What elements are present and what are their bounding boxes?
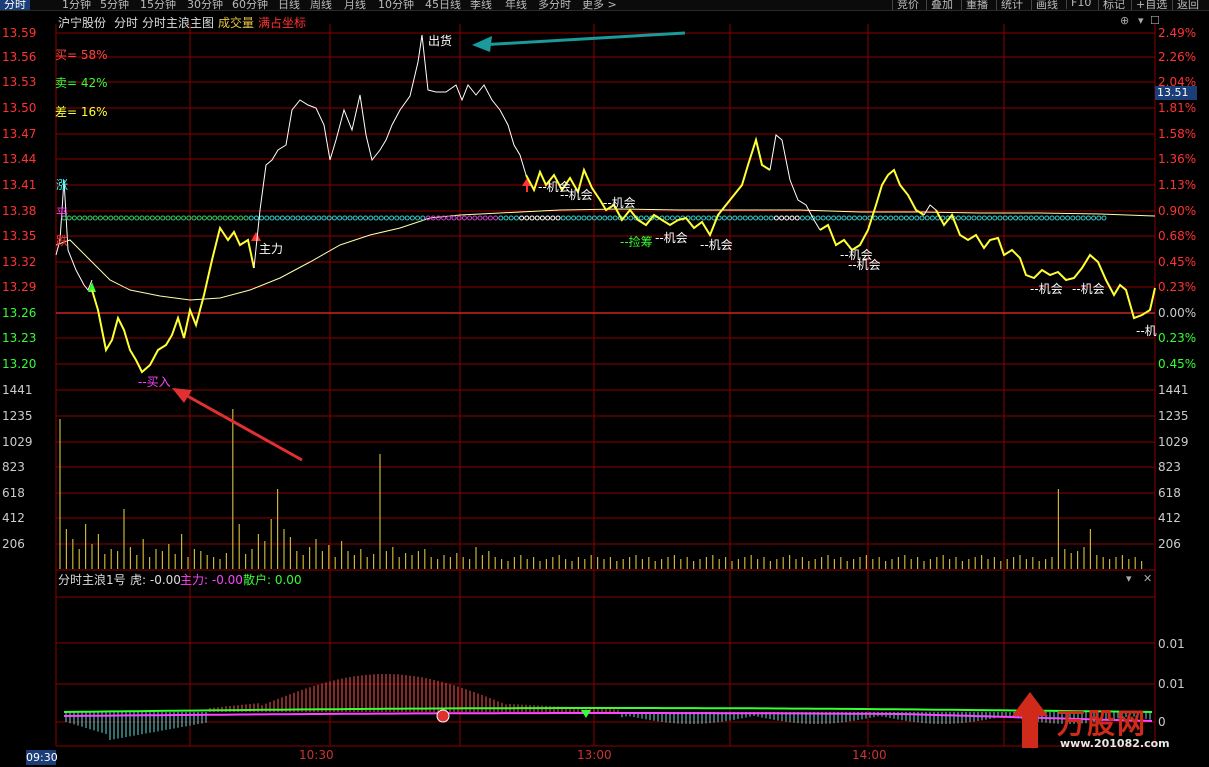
pick-up-label: --捡筹 (620, 235, 653, 249)
pct-axis-tick: 1.81% (1158, 101, 1197, 115)
pct-axis-tick: 1.58% (1158, 127, 1197, 141)
pct-axis-tick: 2.49% (1158, 26, 1197, 40)
sell-label: 出货 (428, 34, 453, 48)
volume-axis-tick: 823 (2, 460, 25, 474)
volume-axis-tick: 1235 (1158, 409, 1189, 423)
pct-axis-tick: 0.90% (1158, 204, 1197, 218)
time-tick: 13:00 (577, 748, 612, 762)
sell-ratio: 卖= 42% (55, 76, 108, 90)
volume-axis-tick: 1441 (1158, 383, 1189, 397)
volume-axis-tick: 823 (1158, 460, 1181, 474)
sell-arrow-shaft (479, 31, 686, 47)
flat-side-label: 平 (56, 206, 69, 220)
price-segment (923, 204, 937, 216)
opportunity-label-9: --机会 (1072, 282, 1105, 296)
main-force-label: 主力 (259, 242, 284, 256)
sub-retail-value: 散户: 0.00 (243, 573, 302, 587)
price-axis-tick: 13.50 (2, 101, 37, 115)
price-axis-tick: 13.26 (2, 306, 37, 320)
sub-axis-tick: 0.01 (1158, 637, 1185, 651)
opportunity-label-7: --机会 (848, 258, 881, 272)
sub-indicator-name[interactable]: 分时主浪1号 (58, 571, 126, 588)
price-axis-tick: 13.38 (2, 204, 37, 218)
price-segment (253, 34, 527, 269)
pct-axis-tick: 0.23% (1158, 331, 1197, 345)
pct-axis-tick: 0.23% (1158, 280, 1197, 294)
opportunity-label-8: --机会 (1030, 282, 1063, 296)
volume-axis-tick: 1235 (2, 409, 33, 423)
sub-axis-tick: 0.01 (1158, 677, 1185, 691)
volume-axis-tick: 618 (1158, 486, 1181, 500)
pct-axis-tick: 0.45% (1158, 357, 1197, 371)
pct-axis-tick: 1.36% (1158, 152, 1197, 166)
price-axis-tick: 13.23 (2, 331, 37, 345)
chart-canvas (55, 24, 1156, 747)
sell-arrow-head (472, 36, 492, 52)
volume-bars (59, 409, 1143, 569)
buy-label: --买入 (138, 375, 171, 389)
price-axis-tick: 13.29 (2, 280, 37, 294)
signal-circle-icon (436, 709, 450, 723)
pct-axis-tick: 2.26% (1158, 50, 1197, 64)
price-segment (91, 225, 255, 374)
opportunity-label-5: --机会 (700, 238, 733, 252)
watermark-url: www.201082.com (1060, 737, 1170, 750)
price-axis-tick: 13.47 (2, 127, 37, 141)
volume-axis-tick: 206 (2, 537, 25, 551)
watermark-brand: 万股网 (1057, 707, 1148, 740)
sub-main-force-value: 主力: -0.00 (180, 573, 243, 587)
price-axis-tick: 13.53 (2, 75, 37, 89)
price-axis-tick: 13.56 (2, 50, 37, 64)
time-start: 09:30 (26, 750, 58, 765)
up-side-label: 涨 (56, 178, 69, 192)
volume-axis-tick: 1029 (2, 435, 33, 449)
price-segment (819, 168, 925, 252)
down-side-label: 跌 (56, 234, 69, 248)
sub-retail-line (63, 712, 1153, 722)
logo-arrow-icon (1012, 692, 1048, 748)
volume-axis-tick: 1029 (1158, 435, 1189, 449)
price-axis-tick: 13.32 (2, 255, 37, 269)
sub-axis-tick: 0 (1158, 715, 1166, 729)
pct-axis-tick: 0.00% (1158, 306, 1197, 320)
opportunity-label-2: --机会 (560, 188, 593, 202)
buy-ratio: 买= 58% (55, 48, 108, 62)
sub-main-force-line (63, 707, 1153, 713)
pct-axis-tick: 1.13% (1158, 178, 1197, 192)
time-tick: 10:30 (299, 748, 334, 762)
opportunity-label-4: --机会 (655, 231, 688, 245)
close-icon[interactable]: ✕ (1143, 572, 1152, 585)
sub-menu-icon[interactable]: ▾ (1126, 572, 1132, 585)
current-price-badge: 13.51 (1155, 86, 1197, 100)
time-tick: 14:00 (852, 748, 887, 762)
sub-wave-value: 虎: -0.00 (130, 573, 181, 587)
price-axis-tick: 13.59 (2, 26, 37, 40)
volume-axis-tick: 206 (1158, 537, 1181, 551)
pct-axis-tick: 0.68% (1158, 229, 1197, 243)
price-axis-tick: 13.20 (2, 357, 37, 371)
price-axis-tick: 13.35 (2, 229, 37, 243)
buy-arrow-shaft (181, 391, 303, 462)
grid (55, 24, 1156, 747)
volume-axis-tick: 618 (2, 486, 25, 500)
pct-axis-tick: 0.45% (1158, 255, 1197, 269)
price-axis-tick: 13.44 (2, 152, 37, 166)
diff-ratio: 差= 16% (55, 105, 108, 119)
price-segment (935, 209, 1156, 320)
average-price-line (55, 208, 1156, 301)
volume-axis-tick: 412 (2, 511, 25, 525)
volume-axis-tick: 1441 (2, 383, 33, 397)
opportunity-label-3: --机会 (603, 196, 636, 210)
price-axis-tick: 13.41 (2, 178, 37, 192)
volume-axis-tick: 412 (1158, 511, 1181, 525)
chance-short-label: --机 (1136, 324, 1157, 338)
